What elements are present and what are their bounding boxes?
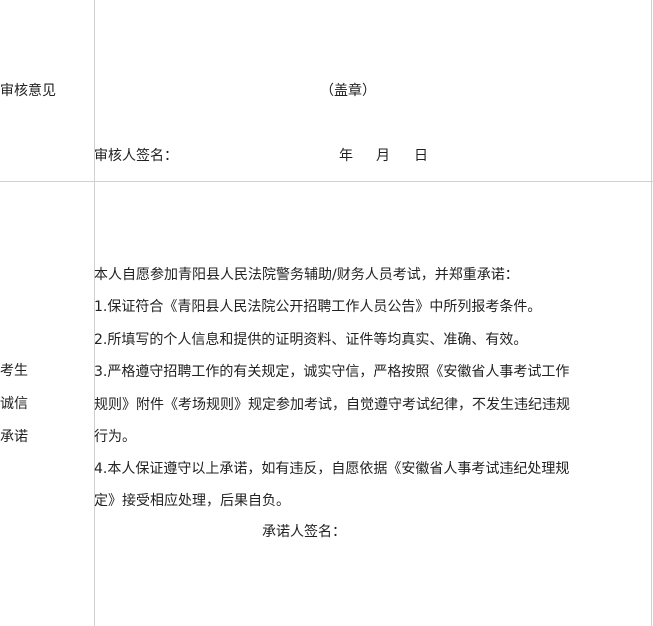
pledge-line: 4.本人保证遵守以上承诺，如有违反，自愿依据《安徽省人事考试违纪处理规 (94, 461, 570, 477)
date-day: 日 (414, 148, 428, 164)
pledge-intro: 本人自愿参加青阳县人民法院警务辅助/财务人员考试，并郑重承诺： (94, 267, 519, 283)
pledge-label-line: 承诺 (0, 429, 28, 445)
row-divider (0, 181, 653, 182)
pledger-signature-label: 承诺人签名： (262, 524, 346, 540)
pledge-label-line: 考生 (0, 363, 28, 379)
pledge-line: 3.严格遵守招聘工作的有关规定，诚实守信，严格按照《安徽省人事考试工作 (94, 364, 570, 380)
date-month: 月 (376, 148, 390, 164)
stamp-text: （盖章） (320, 83, 376, 99)
pledge-line: 行为。 (94, 429, 136, 445)
reviewer-signature-label: 审核人签名： (94, 148, 178, 164)
date-year: 年 (339, 148, 353, 164)
right-border (651, 0, 652, 626)
review-label: 审核意见 (0, 83, 56, 99)
pledge-line: 1.保证符合《青阳县人民法院公开招聘工作人员公告》中所列报考条件。 (94, 299, 542, 315)
pledge-line: 定》接受相应处理，后果自负。 (94, 493, 290, 509)
pledge-line: 2.所填写的个人信息和提供的证明资料、证件等均真实、准确、有效。 (94, 332, 528, 348)
pledge-label-line: 诚信 (0, 396, 28, 412)
pledge-line: 规则》附件《考场规则》规定参加考试，自觉遵守考试纪律，不发生违纪违规 (94, 397, 570, 413)
